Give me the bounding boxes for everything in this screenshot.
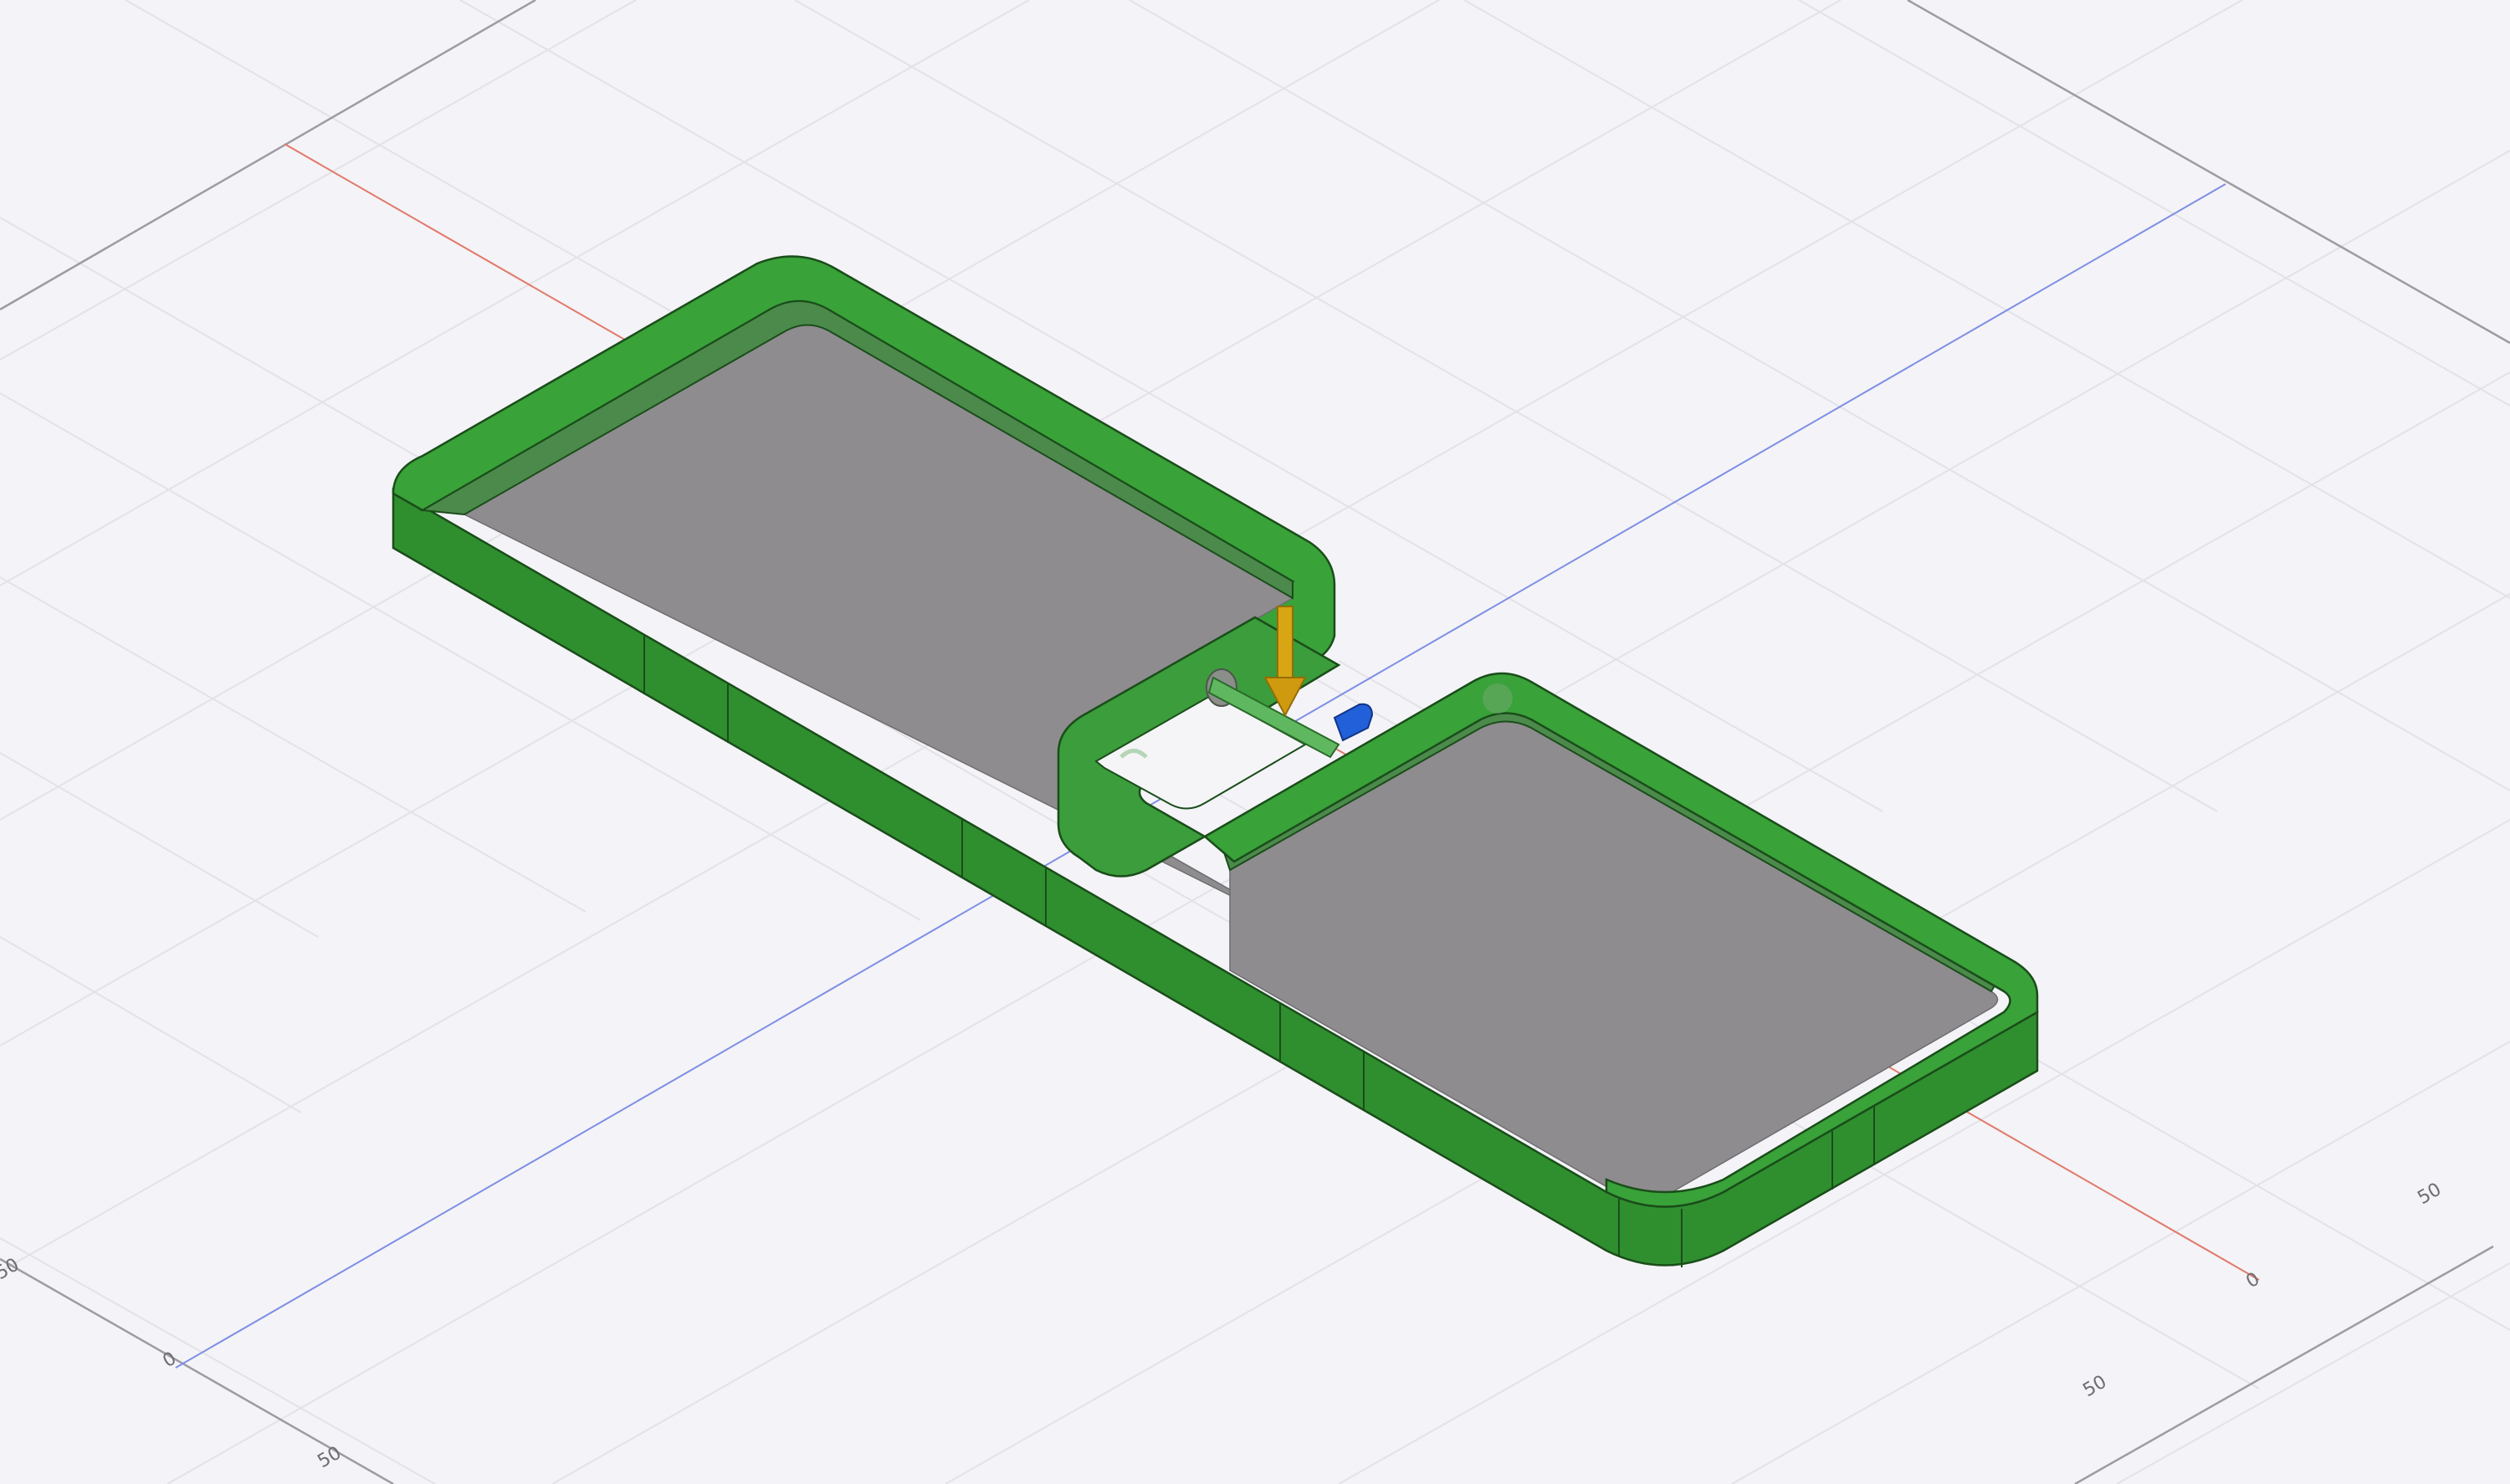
axis-label: 50	[2415, 1180, 2446, 1210]
axis-label: 50	[315, 1443, 346, 1473]
model-body[interactable]	[392, 255, 2039, 1267]
3d-viewport[interactable]: 0 50 0 50 50 50	[0, 0, 2510, 1484]
axis-label: 50	[2080, 1372, 2111, 1402]
axis-label: 0	[2243, 1269, 2264, 1293]
axis-label: 50	[0, 1255, 23, 1285]
move-arrow-shaft[interactable]	[1277, 606, 1293, 683]
lock-icon[interactable]	[1483, 683, 1513, 714]
